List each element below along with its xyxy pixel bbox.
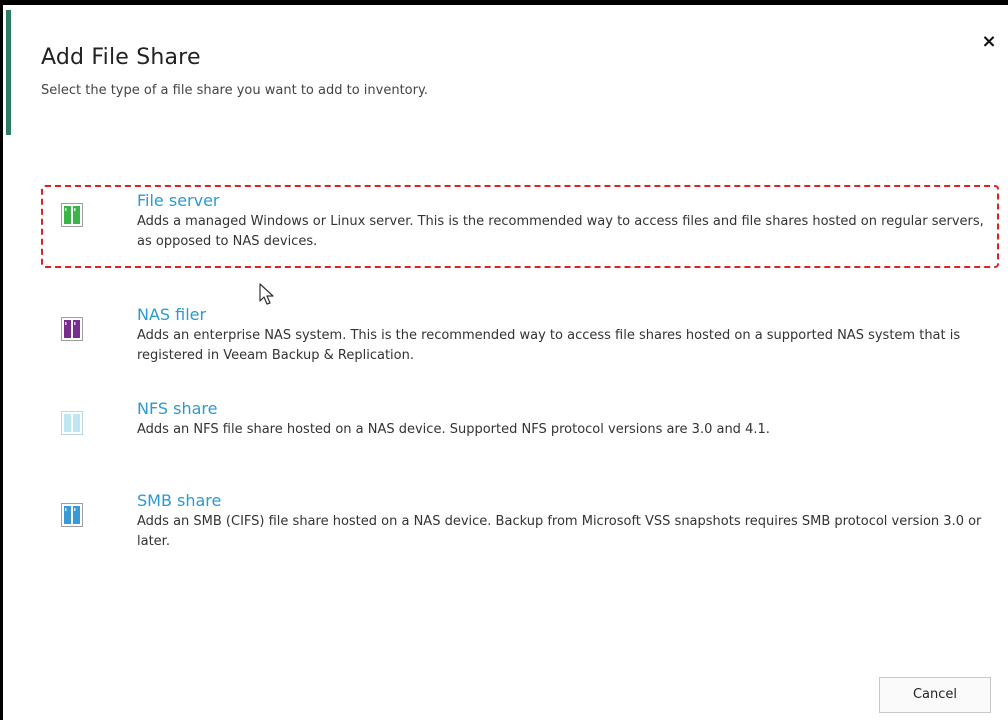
option-title[interactable]: NAS filer	[137, 305, 989, 325]
nas-filer-icon	[61, 317, 83, 341]
mouse-pointer-icon	[259, 283, 277, 307]
option-description: Adds an enterprise NAS system. This is t…	[137, 328, 961, 363]
add-file-share-dialog: Add File Share Select the type of a file…	[0, 0, 1008, 720]
file-server-icon	[61, 203, 83, 227]
option-description: Adds an SMB (CIFS) file share hosted on …	[137, 514, 982, 549]
option-description: Adds a managed Windows or Linux server. …	[137, 214, 984, 249]
option-description: Adds an NFS file share hosted on a NAS d…	[137, 422, 770, 437]
option-title[interactable]: File server	[137, 191, 989, 211]
smb-share-icon	[61, 503, 83, 527]
dialog-title: Add File Share	[41, 45, 201, 70]
dialog-accent-strip	[6, 10, 11, 135]
option-title[interactable]: NFS share	[137, 399, 989, 419]
option-title[interactable]: SMB share	[137, 491, 989, 511]
nfs-share-icon	[61, 411, 83, 435]
dialog-subtitle: Select the type of a file share you want…	[41, 83, 428, 98]
close-button[interactable]: ×	[978, 31, 1000, 53]
cancel-button[interactable]: Cancel	[879, 677, 991, 713]
